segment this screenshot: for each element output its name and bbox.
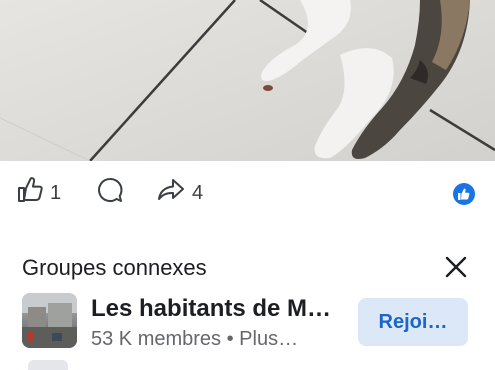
related-groups-title: Groupes connexes [22,255,207,280]
group-thumbnail[interactable] [22,293,77,348]
cat-photo-image [0,0,495,161]
like-count: 1 [50,181,62,204]
share-count: 4 [192,181,204,204]
next-group-item-peek [28,360,68,370]
related-group-item[interactable]: Les habitants de M… 53 K membres • Plus…… [22,291,474,351]
thumbs-up-icon [16,176,44,210]
post-photo[interactable] [0,0,495,161]
group-name[interactable]: Les habitants de M… [91,295,331,323]
group-member-count: 53 K membres • Plus… [91,328,299,350]
comment-icon [96,176,124,210]
share-icon [156,176,186,210]
comment-button[interactable] [96,176,124,210]
post-actions-bar: 1 4 [0,161,495,225]
like-button[interactable]: 1 [16,176,62,210]
like-reaction-icon[interactable] [453,183,475,205]
join-group-button[interactable]: Rejoi… [358,298,468,346]
share-button[interactable]: 4 [156,179,203,207]
close-icon [445,256,467,278]
close-button[interactable] [444,255,468,279]
